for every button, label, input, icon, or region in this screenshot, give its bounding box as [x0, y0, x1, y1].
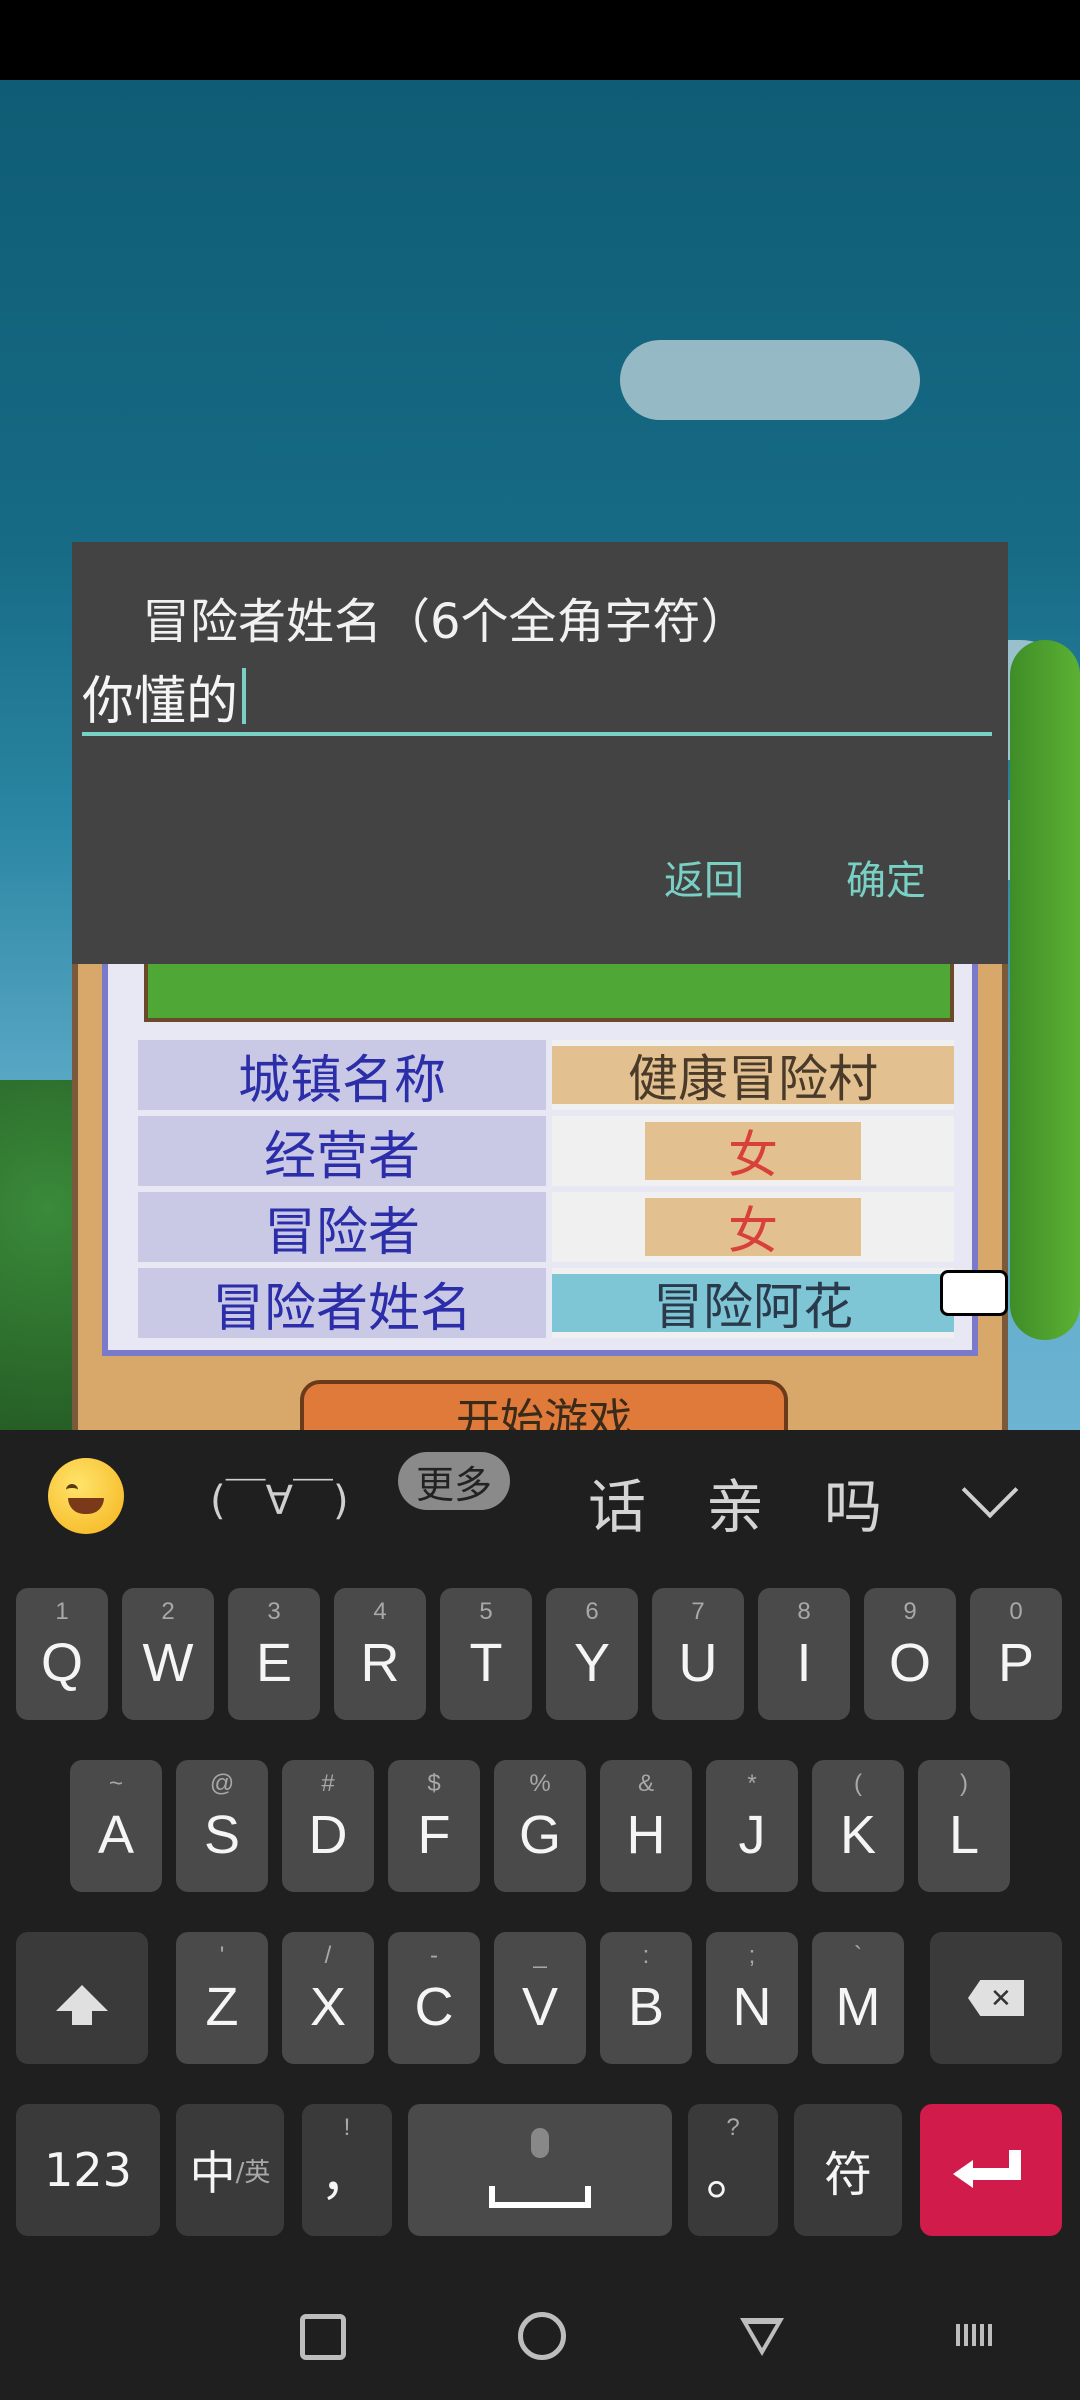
key-y[interactable]: 6Y: [546, 1588, 638, 1720]
backspace-key[interactable]: ✕: [930, 1932, 1062, 2064]
info-value: 女: [552, 1116, 954, 1186]
key-o[interactable]: 9O: [864, 1588, 956, 1720]
key-v[interactable]: _ V: [494, 1932, 586, 2064]
recent-apps-icon[interactable]: [300, 2314, 346, 2360]
space-key[interactable]: [408, 2104, 672, 2236]
keyboard-switch-icon[interactable]: [956, 2324, 996, 2346]
cloud: [620, 340, 920, 420]
confirm-button[interactable]: 确定: [846, 848, 926, 906]
enter-key[interactable]: [920, 2104, 1062, 2236]
back-icon[interactable]: [740, 2318, 784, 2356]
info-label: 城镇名称: [138, 1040, 546, 1111]
comma-key[interactable]: !，: [302, 2104, 392, 2236]
input-text: 你懂的: [82, 671, 239, 732]
key-x[interactable]: / X: [282, 1932, 374, 2064]
numbers-key[interactable]: 123: [16, 2104, 160, 2236]
vine-decoration: [1010, 640, 1080, 1340]
suggestion-bar: (￣∀￣) 更多 话 亲 吗: [0, 1430, 1080, 1560]
microphone-icon: [531, 2128, 549, 2158]
key-w[interactable]: 2W: [122, 1588, 214, 1720]
soft-keyboard: (￣∀￣) 更多 话 亲 吗 1Q 2W 3E 4R 5T 6Y 7U 8I 9…: [0, 1430, 1080, 2400]
adventurer-gender-value: 女: [645, 1198, 861, 1260]
key-a[interactable]: ~ A: [70, 1760, 162, 1892]
space-icon: [489, 2186, 591, 2208]
info-row-adventurer[interactable]: 冒险者 女: [138, 1192, 954, 1263]
key-u[interactable]: 7U: [652, 1588, 744, 1720]
emoji-icon[interactable]: [48, 1458, 124, 1534]
key-j[interactable]: * J: [706, 1760, 798, 1892]
kaomoji-button[interactable]: (￣∀￣): [210, 1468, 349, 1526]
key-g[interactable]: % G: [494, 1760, 586, 1892]
key-z[interactable]: ' Z: [176, 1932, 268, 2064]
key-l[interactable]: ) L: [918, 1760, 1010, 1892]
info-value: 女: [552, 1192, 954, 1262]
cancel-button[interactable]: 返回: [664, 848, 744, 906]
town-name-value: 健康冒险村: [552, 1046, 954, 1108]
adventurer-name-input[interactable]: 你懂的: [82, 660, 992, 736]
game-settings-panel: 城镇名称 健康冒险村 经营者 女 冒险者 女 冒险者姓名 冒险阿花: [72, 880, 1008, 1440]
candidate-word[interactable]: 亲: [706, 1460, 764, 1544]
text-caret: [242, 668, 247, 724]
key-q[interactable]: 1Q: [16, 1588, 108, 1720]
manager-gender-value: 女: [645, 1122, 861, 1184]
key-p[interactable]: 0P: [970, 1588, 1062, 1720]
pointer-hand-icon: [940, 1270, 1008, 1316]
chevron-down-icon[interactable]: [961, 1461, 1019, 1519]
shift-key[interactable]: [16, 1932, 148, 2064]
candidate-word[interactable]: 吗: [824, 1460, 882, 1544]
info-row-manager[interactable]: 经营者 女: [138, 1116, 954, 1187]
info-label: 经营者: [138, 1116, 546, 1187]
key-h[interactable]: & H: [600, 1760, 692, 1892]
key-t[interactable]: 5T: [440, 1588, 532, 1720]
status-bar: [0, 0, 1080, 80]
info-label: 冒险者: [138, 1192, 546, 1263]
info-value: 冒险阿花: [552, 1268, 954, 1338]
system-navigation-bar: [0, 2260, 1080, 2400]
info-row-adventurer-name[interactable]: 冒险者姓名 冒险阿花: [138, 1268, 954, 1339]
info-row-town[interactable]: 城镇名称 健康冒险村: [138, 1040, 954, 1111]
language-switch-key[interactable]: 中/英: [176, 2104, 284, 2236]
key-b[interactable]: :B: [600, 1932, 692, 2064]
key-f[interactable]: $ F: [388, 1760, 480, 1892]
enter-icon: [953, 2150, 1021, 2190]
key-r[interactable]: 4R: [334, 1588, 426, 1720]
name-input-dialog: 冒险者姓名（6个全角字符） 你懂的 返回 确定: [72, 542, 1008, 964]
adventurer-name-value: 冒险阿花: [552, 1274, 954, 1336]
key-i[interactable]: 8I: [758, 1588, 850, 1720]
candidate-word[interactable]: 话: [588, 1460, 646, 1544]
info-label: 冒险者姓名: [138, 1268, 546, 1339]
key-n[interactable]: ; N: [706, 1932, 798, 2064]
key-k[interactable]: (K: [812, 1760, 904, 1892]
shift-icon: [56, 1985, 108, 2025]
key-s[interactable]: @ S: [176, 1760, 268, 1892]
key-e[interactable]: 3E: [228, 1588, 320, 1720]
backspace-icon: ✕: [968, 1980, 1024, 2016]
symbols-key[interactable]: 符: [794, 2104, 902, 2236]
info-value: 健康冒险村: [552, 1040, 954, 1110]
more-button[interactable]: 更多: [398, 1452, 510, 1510]
home-icon[interactable]: [518, 2312, 566, 2360]
key-c[interactable]: -C: [388, 1932, 480, 2064]
key-m[interactable]: ` M: [812, 1932, 904, 2064]
key-d[interactable]: # D: [282, 1760, 374, 1892]
period-key[interactable]: ?。: [688, 2104, 778, 2236]
dialog-title: 冒险者姓名（6个全角字符）: [142, 594, 749, 650]
